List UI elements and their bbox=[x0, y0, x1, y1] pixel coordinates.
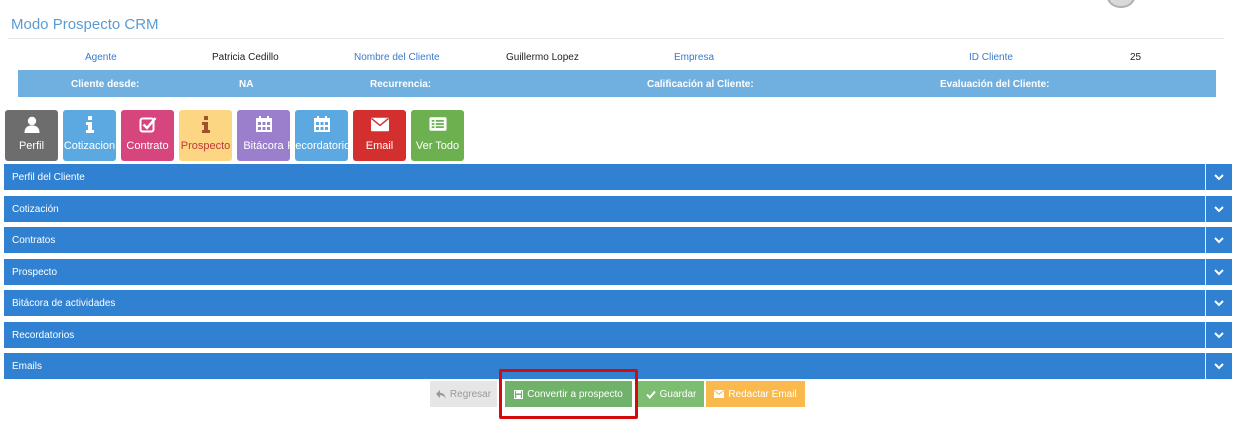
accordion-contratos[interactable]: Contratos bbox=[4, 227, 1232, 253]
reply-icon bbox=[435, 389, 446, 399]
user-icon bbox=[23, 115, 41, 133]
accordion-prospecto[interactable]: Prospecto bbox=[4, 258, 1232, 285]
calificacion-label: Calificación al Cliente: bbox=[647, 79, 754, 90]
tab-perfil-label: Perfil bbox=[18, 140, 45, 152]
accordion-label: Cotización bbox=[12, 203, 59, 215]
page-title: Modo Prospecto CRM bbox=[11, 16, 159, 33]
agente-label: Agente bbox=[85, 52, 117, 63]
envelope-icon bbox=[714, 390, 725, 398]
guardar-button[interactable]: Guardar bbox=[638, 381, 704, 407]
accordion-label: Prospecto bbox=[12, 266, 58, 278]
tab-email-label: Email bbox=[365, 140, 394, 152]
calendar-icon bbox=[255, 115, 273, 133]
check-icon bbox=[645, 390, 656, 399]
guardar-label: Guardar bbox=[659, 388, 697, 400]
accordion-divider bbox=[1205, 321, 1206, 348]
accordion-divider bbox=[1205, 290, 1206, 316]
tab-bitacora[interactable]: Bitácora bbox=[237, 110, 290, 161]
accordion-bitacora-de-actividades[interactable]: Bitácora de actividades bbox=[4, 290, 1232, 316]
accordion-perfil-del-cliente[interactable]: Perfil del Cliente bbox=[4, 164, 1232, 190]
accordion-divider bbox=[1205, 258, 1206, 285]
cliente-label: Nombre del Cliente bbox=[354, 52, 440, 63]
accordion-label: Contratos bbox=[12, 235, 56, 246]
accordion-recordatorios[interactable]: Recordatorios bbox=[4, 321, 1232, 348]
chevron-down-icon[interactable] bbox=[1212, 202, 1226, 216]
calendar-icon bbox=[313, 115, 331, 133]
redactar-label: Redactar Email bbox=[728, 388, 797, 400]
agente-value: Patricia Cedillo bbox=[212, 52, 279, 63]
user-avatar[interactable] bbox=[1106, 0, 1136, 8]
section-accordion: Perfil del Cliente Cotización Contratos … bbox=[4, 164, 1232, 385]
cliente-desde-label: Cliente desde: bbox=[71, 79, 140, 90]
tab-bitacora-label: Bitácora bbox=[243, 140, 284, 152]
envelope-icon bbox=[370, 115, 389, 133]
cliente-desde-value: NA bbox=[239, 79, 254, 90]
tab-recordatorios[interactable]: Recordatorios bbox=[287, 110, 356, 161]
accordion-cotizacion[interactable]: Cotización bbox=[4, 195, 1232, 222]
tab-cotizacion[interactable]: Cotizacion bbox=[63, 110, 116, 161]
accordion-divider bbox=[1205, 195, 1206, 222]
tab-cotizacion-label: Cotizacion bbox=[63, 140, 116, 152]
accordion-divider bbox=[1205, 164, 1206, 190]
chevron-down-icon[interactable] bbox=[1212, 328, 1226, 342]
chevron-down-icon[interactable] bbox=[1212, 359, 1226, 373]
client-status-bar: Cliente desde: NA Recurrencia: Calificac… bbox=[18, 70, 1216, 97]
regresar-button[interactable]: Regresar bbox=[430, 381, 497, 407]
recurrencia-label: Recurrencia: bbox=[370, 79, 432, 90]
accordion-label: Bitácora de actividades bbox=[12, 298, 116, 309]
list-icon bbox=[428, 115, 447, 133]
id-cliente-label: ID Cliente bbox=[969, 52, 1013, 63]
regresar-label: Regresar bbox=[449, 388, 492, 400]
title-divider bbox=[8, 38, 1224, 39]
tab-prospecto-label: Prospecto bbox=[180, 140, 231, 152]
check-square-icon bbox=[139, 115, 157, 133]
cliente-value: Guillermo Lopez bbox=[506, 52, 579, 63]
chevron-down-icon[interactable] bbox=[1212, 170, 1226, 184]
tab-ver-todo[interactable]: Ver Todo bbox=[411, 110, 464, 161]
evaluacion-label: Evaluación del Cliente: bbox=[940, 79, 1050, 90]
tab-ver-todo-label: Ver Todo bbox=[415, 140, 460, 152]
tab-prospecto[interactable]: Prospecto bbox=[179, 110, 232, 161]
id-cliente-value: 25 bbox=[1130, 52, 1142, 63]
tab-email[interactable]: Email bbox=[353, 110, 406, 161]
client-info-row: Agente Patricia Cedillo Nombre del Clien… bbox=[18, 46, 1216, 68]
tab-contrato-label: Contrato bbox=[126, 140, 169, 152]
info-icon bbox=[81, 115, 99, 133]
highlight-box bbox=[499, 369, 638, 419]
empresa-label: Empresa bbox=[674, 52, 715, 63]
tab-contrato[interactable]: Contrato bbox=[121, 110, 174, 161]
redactar-email-button[interactable]: Redactar Email bbox=[706, 381, 805, 407]
info-icon bbox=[197, 115, 215, 133]
accordion-divider bbox=[1205, 353, 1206, 379]
accordion-label: Perfil del Cliente bbox=[12, 172, 85, 183]
chevron-down-icon[interactable] bbox=[1212, 265, 1226, 279]
accordion-divider bbox=[1205, 227, 1206, 253]
accordion-label: Emails bbox=[12, 361, 43, 372]
tab-perfil[interactable]: Perfil bbox=[5, 110, 58, 161]
chevron-down-icon[interactable] bbox=[1212, 296, 1226, 310]
chevron-down-icon[interactable] bbox=[1212, 233, 1226, 247]
tab-recordatorios-label: Recordatorios bbox=[287, 140, 356, 152]
accordion-label: Recordatorios bbox=[12, 329, 75, 341]
